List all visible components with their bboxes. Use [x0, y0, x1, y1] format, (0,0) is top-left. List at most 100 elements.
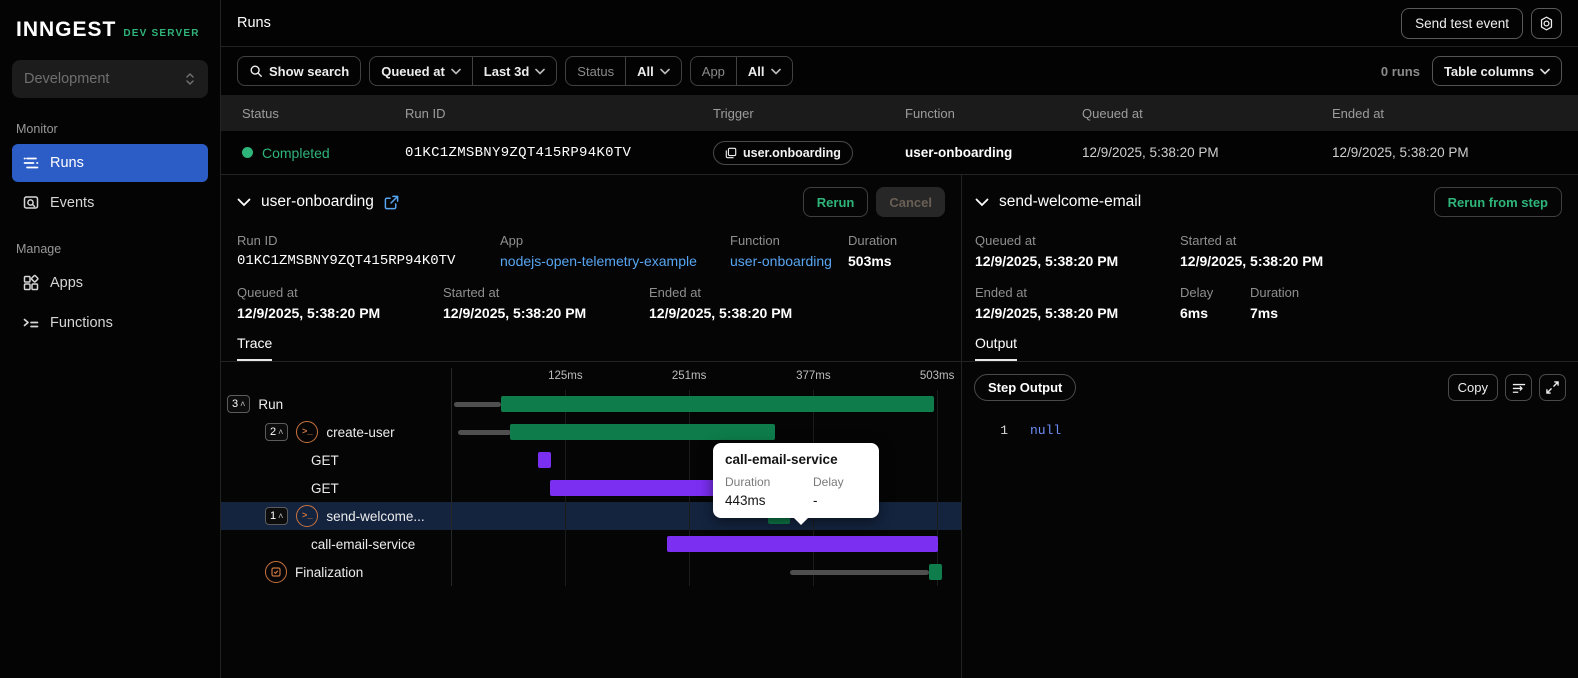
settings-button[interactable]: [1531, 7, 1562, 39]
ended-at-value: 12/9/2025, 5:38:20 PM: [1332, 145, 1469, 160]
runs-icon: [22, 154, 40, 172]
finalization-icon: [265, 561, 287, 583]
gridline: [689, 446, 691, 474]
logo: INNGEST DEV SERVER: [0, 0, 220, 52]
trace-step-label: Run: [258, 396, 284, 412]
collapse-chevron-icon[interactable]: [975, 198, 989, 207]
sidebar-section: Monitor Runs Events: [0, 118, 220, 222]
trace-row-run[interactable]: 3 ˄ Run: [221, 390, 961, 418]
trace-tooltip: call-email-service Duration 443ms Delay …: [713, 443, 879, 525]
collapse-chevron-icon[interactable]: [237, 198, 251, 207]
field-value: 12/9/2025, 5:38:20 PM: [1180, 253, 1324, 269]
trace-bar-queue[interactable]: [457, 430, 512, 435]
tooltip-duration-label: Duration: [725, 475, 771, 489]
app-filter-dropdown[interactable]: All: [735, 57, 792, 85]
trace-row-name: GET: [221, 446, 451, 474]
trace-waterfall: 125ms 251ms 377ms 503ms 3 ˄ Run 2 ˄ >_ create-use…: [221, 362, 961, 678]
output-code-area[interactable]: 1 null: [962, 411, 1578, 678]
trace-bar-queue[interactable]: [789, 570, 930, 575]
run-table-row[interactable]: Completed 01KC1ZMSBNY9ZQT415RP94K0TV use…: [221, 131, 1578, 175]
topbar: Runs Send test event: [221, 0, 1578, 47]
show-search-button[interactable]: Show search: [237, 56, 362, 86]
runs-count: 0 runs: [1380, 63, 1420, 79]
gridline: [937, 390, 939, 418]
expand-button[interactable]: [1539, 374, 1566, 401]
app-window: INNGEST DEV SERVER Development Monitor Ru…: [0, 0, 1578, 678]
field-value[interactable]: user-onboarding: [730, 253, 848, 269]
app-filter-label: App: [701, 63, 725, 79]
field-label: Run ID: [237, 233, 278, 248]
trace-row-create-user[interactable]: 2 ˄ >_ create-user: [221, 418, 961, 446]
trace-bar-green[interactable]: [929, 564, 942, 580]
chevron-down-icon: ˄: [278, 426, 284, 437]
sidebar-item-events[interactable]: Events: [12, 184, 208, 222]
environment-selector[interactable]: Development: [12, 60, 208, 98]
cancel-button[interactable]: Cancel: [876, 187, 945, 217]
trace-bar-green[interactable]: [501, 396, 935, 412]
field-label: Started at: [1180, 233, 1237, 248]
trace-row-call-email-service[interactable]: call-email-service: [221, 530, 961, 558]
field-duration: Duration 7ms: [1250, 285, 1299, 321]
chevron-down-icon: [450, 68, 461, 75]
span-count-badge[interactable]: 1 ˄: [265, 507, 289, 525]
field-value: 6ms: [1180, 305, 1209, 321]
apps-icon: [22, 274, 40, 292]
field-ended-at: Ended at 12/9/2025, 5:38:20 PM: [649, 285, 855, 321]
trace-step-label: call-email-service: [311, 536, 416, 552]
sidebar-item-runs[interactable]: Runs: [12, 144, 208, 182]
gridline: [565, 446, 567, 474]
step-details-pane: send-welcome-email Rerun from step Queue…: [962, 175, 1578, 678]
tooltip-title: call-email-service: [725, 452, 838, 467]
trace-row-finalization[interactable]: Finalization: [221, 558, 961, 586]
field-value: 12/9/2025, 5:38:20 PM: [975, 253, 1119, 269]
field-value: 12/9/2025, 5:38:20 PM: [649, 305, 793, 321]
field-value: 503ms: [848, 253, 892, 269]
time-range-dropdown[interactable]: Last 3d: [471, 57, 557, 85]
trace-bar-purple[interactable]: [666, 536, 938, 552]
external-link-icon[interactable]: [384, 195, 399, 210]
word-wrap-button[interactable]: [1505, 374, 1532, 401]
field-started-at: Started at 12/9/2025, 5:38:20 PM: [443, 285, 649, 321]
sidebar-item-apps[interactable]: Apps: [12, 264, 208, 302]
field-duration: Duration 503ms: [848, 233, 897, 269]
sidebar-item-label: Apps: [50, 275, 84, 291]
output-toolbar: Step Output Copy: [962, 362, 1578, 411]
trace-bar-green[interactable]: [509, 424, 776, 440]
table-columns-button[interactable]: Table columns: [1431, 56, 1562, 86]
step-terminal-icon: >_: [296, 421, 319, 443]
trace-step-label: GET: [311, 452, 339, 468]
field-run-id: Run ID 01KC1ZMSBNY9ZQT415RP94K0TV: [237, 233, 500, 269]
span-count-badge[interactable]: 2 ˄: [265, 423, 289, 441]
rerun-from-step-button[interactable]: Rerun from step: [1433, 187, 1562, 217]
copy-button[interactable]: Copy: [1447, 374, 1498, 401]
sidebar-item-label: Runs: [50, 155, 84, 171]
time-filter: Queued at Last 3d: [369, 56, 558, 86]
trace-bar-purple[interactable]: [537, 452, 552, 468]
status-filter-dropdown[interactable]: All: [625, 57, 681, 85]
trace-bar-queue[interactable]: [454, 402, 502, 407]
field-label: Ended at: [649, 285, 702, 300]
axis-tick-label: 251ms: [671, 370, 707, 382]
field-label: Ended at: [975, 285, 1028, 300]
sidebar-section-label: Monitor: [16, 122, 58, 136]
field-value[interactable]: nodejs-open-telemetry-example: [500, 253, 730, 269]
tab-trace[interactable]: Trace: [237, 335, 273, 361]
gridline: [937, 502, 939, 530]
axis-tick-label: 125ms: [548, 370, 583, 382]
rerun-button[interactable]: Rerun: [802, 187, 869, 217]
trace-row-name: GET: [221, 474, 451, 502]
sidebar-item-functions[interactable]: Functions: [12, 304, 208, 342]
field-function: Function user-onboarding: [730, 233, 848, 269]
trace-row-track: [451, 558, 945, 586]
gridline: [689, 558, 691, 586]
tooltip-duration-value: 443ms: [725, 493, 766, 508]
functions-icon: [22, 314, 40, 332]
send-test-event-button[interactable]: Send test event: [1401, 7, 1523, 39]
gridline: [689, 502, 691, 530]
span-count-badge[interactable]: 3 ˄: [227, 395, 251, 413]
time-field-dropdown[interactable]: Queued at: [370, 57, 472, 85]
column-header-queued-at: Queued at: [1082, 105, 1143, 121]
trigger-pill[interactable]: user.onboarding: [713, 140, 853, 165]
tab-output[interactable]: Output: [975, 335, 1018, 361]
axis-tick-label: 377ms: [796, 370, 831, 382]
